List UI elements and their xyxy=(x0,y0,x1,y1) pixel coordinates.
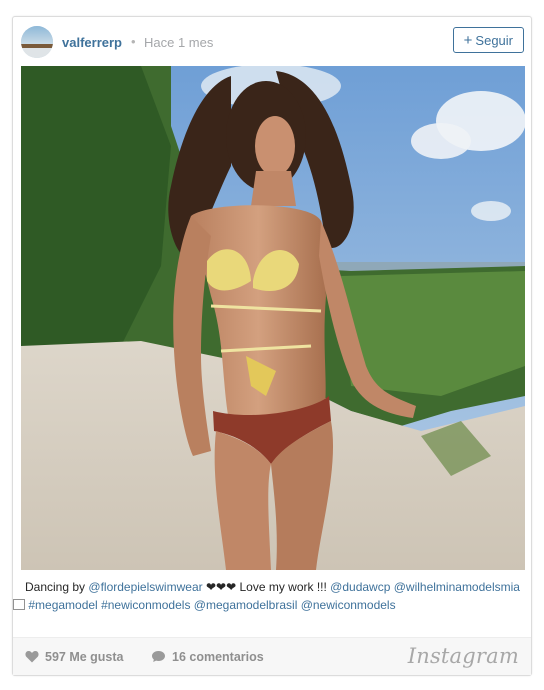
likes-count[interactable]: 597 Me gusta xyxy=(25,650,124,664)
caption-hearts: ❤❤❤ xyxy=(205,580,237,594)
post-header: valferrerp • Hace 1 mes + Seguir xyxy=(13,17,531,67)
avatar[interactable] xyxy=(21,26,53,58)
mention-link[interactable]: @megamodelbrasil xyxy=(194,598,298,612)
comments-count[interactable]: 16 comentarios xyxy=(151,650,264,664)
mention-link[interactable]: @wilhelminamodelsmia xyxy=(394,580,520,594)
caption-text: Love my work !!! xyxy=(239,580,327,594)
instagram-logo[interactable]: Instagram xyxy=(408,644,519,668)
post-photo[interactable] xyxy=(21,66,525,570)
heart-icon xyxy=(25,651,39,663)
speech-bubble-icon xyxy=(152,651,165,662)
post-timestamp[interactable]: Hace 1 mes xyxy=(144,35,213,50)
post-caption: Dancing by @flordepielswimwear ❤❤❤ Love … xyxy=(25,579,521,614)
hashtag-link[interactable]: #megamodel xyxy=(28,598,97,612)
caption-prefix: Dancing by xyxy=(25,580,86,594)
instagram-embed-card: valferrerp • Hace 1 mes + Seguir Dancing… xyxy=(12,16,532,676)
mention-link[interactable]: @flordepielswimwear xyxy=(88,580,202,594)
hashtag-link[interactable]: #newiconmodels xyxy=(101,598,190,612)
separator-dot: • xyxy=(131,34,136,49)
username-link[interactable]: valferrerp xyxy=(62,35,122,50)
mention-link[interactable]: @dudawcp xyxy=(330,580,390,594)
mention-link[interactable]: @newiconmodels xyxy=(301,598,396,612)
comments-label: 16 comentarios xyxy=(172,650,264,664)
likes-label: 597 Me gusta xyxy=(45,650,124,664)
follow-button[interactable]: + Seguir xyxy=(452,27,524,53)
follow-label: Seguir xyxy=(475,33,513,48)
plus-icon: + xyxy=(463,32,473,49)
post-footer: 597 Me gusta 16 comentarios Instagram xyxy=(13,637,531,675)
